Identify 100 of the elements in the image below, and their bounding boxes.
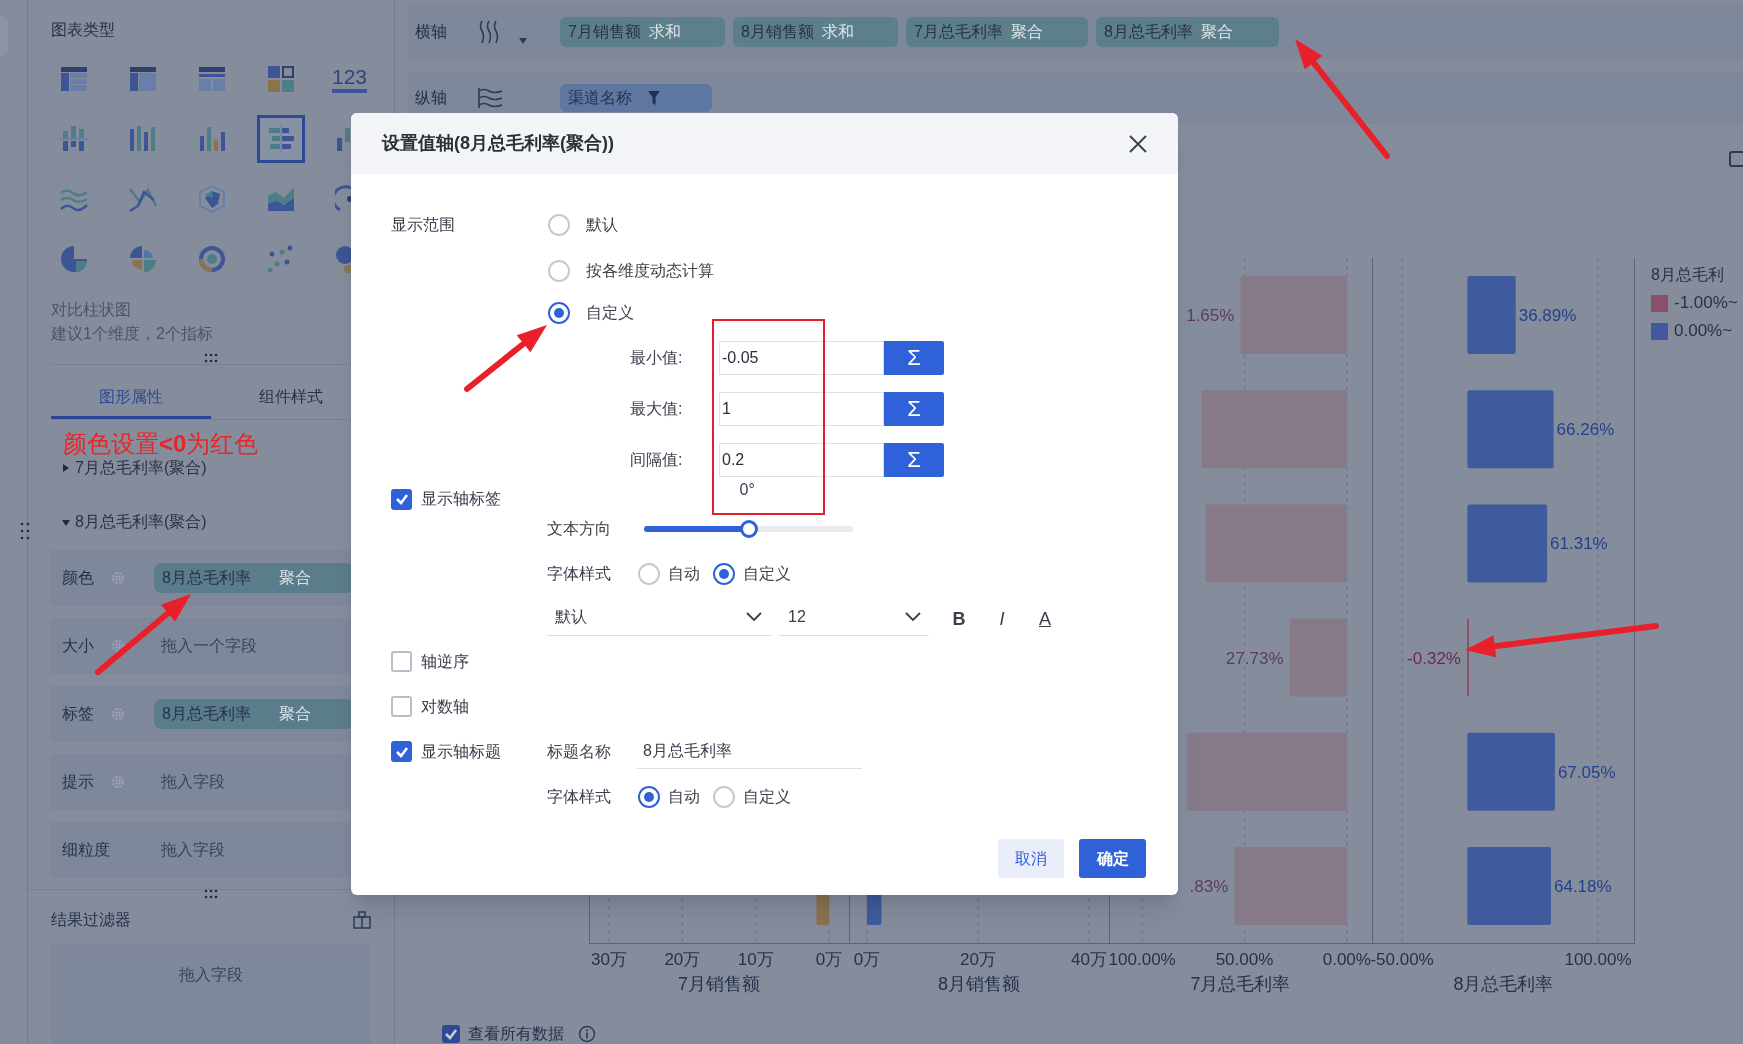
field-name: 渠道名称 — [568, 88, 632, 108]
drag-handle-icon[interactable] — [204, 889, 218, 899]
field-pill[interactable]: 8月销售额 求和 — [733, 17, 898, 47]
value-label: 61.31% — [1550, 534, 1608, 554]
mark-label: 标签 — [62, 704, 95, 724]
value-label: 64.18% — [1554, 876, 1612, 896]
radio-button[interactable] — [713, 785, 735, 808]
drop-placeholder: 拖入字段 — [179, 965, 243, 983]
checkbox[interactable] — [391, 696, 412, 717]
checkbox[interactable] — [442, 1025, 460, 1043]
radio-button[interactable] — [548, 259, 570, 282]
checkbox[interactable] — [391, 651, 412, 672]
aggregation-label: 求和 — [821, 22, 854, 42]
bold-button[interactable]: B — [949, 605, 969, 630]
confirm-button[interactable]: 确定 — [1079, 839, 1146, 878]
chart-type-button[interactable]: 123 — [325, 55, 374, 103]
field-pill[interactable]: 8月总毛利率 聚合 — [154, 563, 354, 593]
tree-item[interactable]: 8月总毛利率(聚合) — [75, 512, 207, 532]
checkbox-label: 查看所有数据 — [468, 1024, 564, 1044]
caret-right-icon[interactable] — [61, 463, 71, 473]
field-name: 8月销售额 — [741, 22, 814, 42]
form-label: 显示范围 — [391, 215, 456, 235]
field-name: 8月总毛利率 — [1104, 22, 1193, 42]
formula-button[interactable]: Σ — [884, 391, 944, 426]
form-label: 字体样式 — [547, 786, 612, 807]
number-input[interactable]: 1 — [719, 391, 884, 426]
axis-tick-label: 50.00% — [1215, 950, 1274, 969]
field-name: 7月销售额 — [568, 22, 641, 42]
formula-button[interactable]: Σ — [884, 442, 944, 477]
input-field[interactable]: 8月总毛利率 — [637, 734, 862, 769]
tab[interactable]: 组件样式 — [211, 377, 371, 419]
tree-item[interactable]: 7月总毛利率(聚合) — [75, 458, 207, 478]
dropdown[interactable]: 12 — [779, 599, 929, 636]
box-icon[interactable] — [353, 911, 371, 929]
axis-tick-label: 100.00% — [1564, 950, 1632, 969]
chevron-down-icon[interactable] — [905, 612, 921, 622]
drag-handle-icon[interactable] — [204, 353, 218, 363]
radio-label[interactable]: 自动 — [668, 784, 700, 809]
legend-label: 0.00%~ — [1674, 320, 1733, 343]
value-label: 27.73% — [1225, 648, 1284, 668]
value-label: 36.89% — [1518, 306, 1577, 326]
caret-down-icon[interactable] — [61, 517, 71, 527]
checkbox[interactable] — [1729, 151, 1743, 167]
field-pill[interactable]: 8月总毛利率 聚合 — [154, 699, 354, 729]
pie-chart-icon — [58, 244, 89, 274]
close-icon[interactable] — [1129, 134, 1147, 153]
cancel-button[interactable]: 取消 — [998, 839, 1064, 878]
radio-label[interactable]: 自定义 — [743, 562, 791, 586]
ring-chart-icon — [196, 244, 227, 274]
formula-button[interactable]: Σ — [884, 340, 944, 375]
field-name: 8月总毛利率 — [162, 568, 251, 588]
radio-button[interactable] — [548, 214, 570, 236]
value-label: 66.26% — [1556, 420, 1615, 440]
field-pill[interactable]: 7月销售额 求和 — [560, 17, 725, 47]
wave-lines-icon[interactable] — [478, 19, 500, 45]
gear-icon[interactable] — [110, 638, 126, 654]
checkbox[interactable] — [391, 741, 412, 762]
drop-zone[interactable]: 拖入字段 — [51, 945, 371, 1044]
panel-title: 图表类型 — [51, 20, 116, 40]
radio-label[interactable]: 自定义 — [586, 300, 634, 325]
wave-lines-icon[interactable] — [478, 87, 504, 109]
dropdown[interactable]: 默认 — [547, 599, 772, 636]
filter-icon[interactable] — [648, 91, 660, 105]
radio-label[interactable]: 自定义 — [743, 784, 791, 809]
drop-placeholder: 拖入字段 — [160, 840, 225, 860]
aggregation-label: 聚合 — [1010, 22, 1043, 42]
field-pill[interactable]: 7月总毛利率 聚合 — [906, 17, 1088, 47]
radio-label[interactable]: 按各维度动态计算 — [586, 258, 714, 283]
radio-label[interactable]: 默认 — [586, 213, 618, 237]
chevron-down-icon[interactable] — [746, 612, 762, 622]
annotation-text: 颜色设置<0为红色 — [63, 430, 260, 458]
field-name: 7月总毛利率 — [914, 22, 1003, 42]
info-icon[interactable] — [578, 1025, 596, 1043]
checkmark-icon — [444, 1027, 458, 1041]
axis-tick-label: 30万 — [591, 950, 627, 969]
field-pill[interactable]: 渠道名称 — [560, 84, 712, 112]
axis-tick-label: 20万 — [960, 950, 996, 969]
drop-placeholder: 拖入字段 — [160, 772, 225, 792]
radio-button[interactable] — [638, 563, 660, 585]
radio-button[interactable] — [713, 563, 735, 585]
radio-button[interactable] — [548, 301, 570, 324]
caret-down-icon[interactable] — [519, 38, 527, 44]
radio-button[interactable] — [638, 785, 660, 808]
field-pill[interactable]: 8月总毛利率 聚合 — [1096, 17, 1279, 47]
slider-value: 0° — [739, 480, 755, 500]
mark-label: 颜色 — [62, 568, 95, 588]
axis-title: 7月总毛利率 — [1190, 974, 1291, 994]
table-icon — [58, 64, 89, 94]
slider-thumb[interactable] — [739, 520, 758, 538]
aggregation-label: 聚合 — [1200, 22, 1233, 42]
axis-label: 纵轴 — [415, 88, 448, 108]
drag-handle-icon[interactable] — [20, 522, 30, 540]
number-input[interactable]: -0.05 — [719, 340, 884, 375]
number-input[interactable]: 0.2 — [719, 442, 884, 477]
italic-button[interactable]: I — [992, 605, 1012, 630]
radio-label[interactable]: 自动 — [668, 562, 700, 586]
underline-button[interactable]: A — [1035, 605, 1055, 630]
axis-tick-label: -50.00% — [1370, 950, 1434, 969]
checkbox[interactable] — [391, 488, 412, 510]
mark-label: 细粒度 — [62, 840, 110, 860]
